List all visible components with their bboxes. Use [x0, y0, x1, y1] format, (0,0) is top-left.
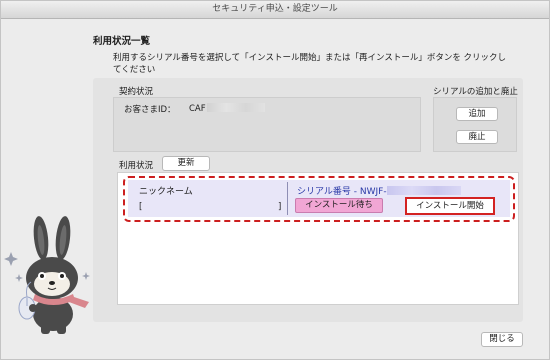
highlight-outline	[123, 176, 515, 222]
redacted-blur	[206, 103, 265, 112]
contract-label: 契約状況	[119, 87, 154, 97]
page-title: 利用状況一覧	[93, 36, 151, 47]
contract-box: お客さまID： CAF	[113, 97, 421, 152]
usage-label: 利用状況	[119, 161, 154, 171]
customer-id-label: お客さまID：	[124, 105, 176, 115]
window-title: セキュリティ申込・設定ツール	[1, 1, 549, 19]
app-window: セキュリティ申込・設定ツール 利用状況一覧 利用するシリアル番号を選択して「イン…	[0, 0, 550, 360]
close-button[interactable]: 閉じる	[481, 332, 523, 347]
serial-actions-box: 追加 廃止	[433, 97, 517, 152]
customer-id-value: CAF	[189, 103, 265, 114]
refresh-button[interactable]: 更新	[162, 156, 210, 171]
sparkle-icon	[4, 252, 18, 266]
add-serial-button[interactable]: 追加	[456, 107, 498, 121]
instruction-text: 利用するシリアル番号を選択して「インストール開始」または「再インストール」ボタン…	[113, 53, 507, 75]
serial-panel-label: シリアルの追加と廃止	[433, 87, 518, 97]
rabbit-mascot-illustration	[4, 216, 90, 334]
remove-serial-button[interactable]: 廃止	[456, 130, 498, 144]
